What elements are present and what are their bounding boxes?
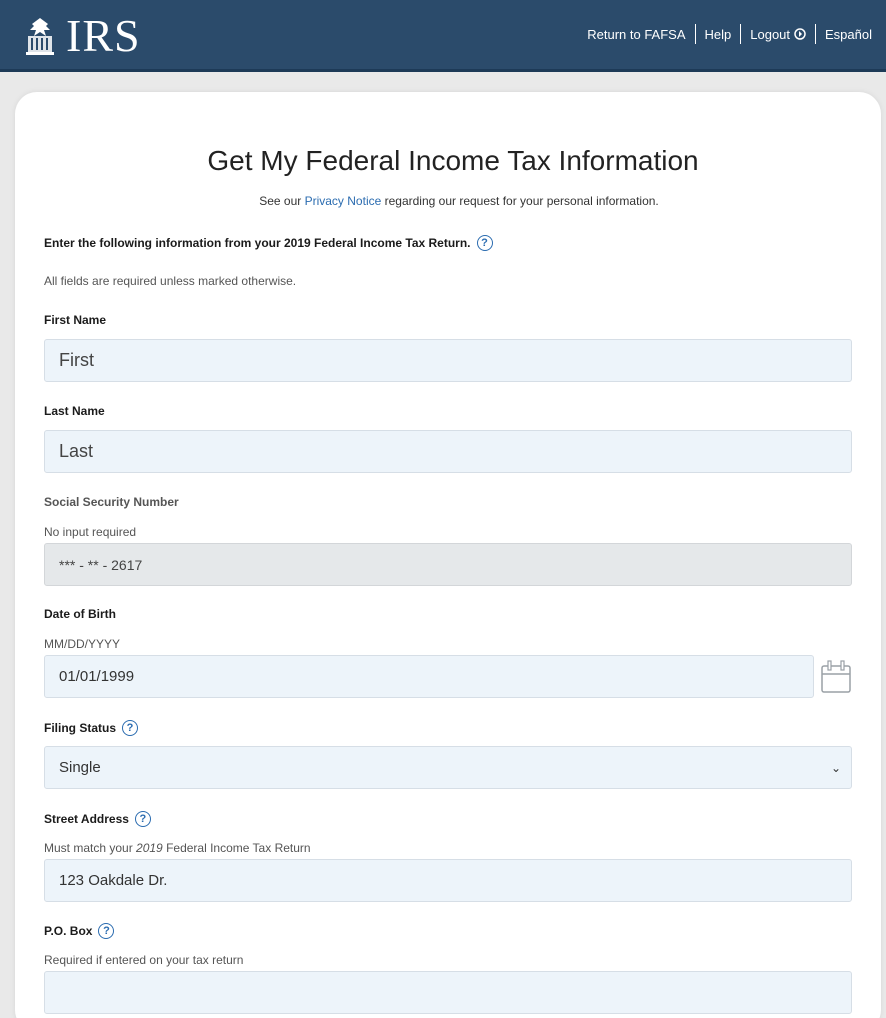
nav-divider (815, 24, 817, 44)
nav-divider (694, 24, 696, 44)
logout-icon (794, 28, 806, 40)
last-name-label: Last Name (44, 404, 105, 418)
ssn-hint: No input required (44, 525, 137, 539)
logout-label: Logout (750, 26, 791, 42)
privacy-notice-text: See our Privacy Notice regarding our req… (0, 194, 886, 208)
po-box-hint: Required if entered on your tax return (44, 953, 244, 967)
po-box-field[interactable] (44, 971, 852, 1014)
irs-logo[interactable]: IRS (20, 10, 141, 62)
calendar-icon[interactable] (820, 656, 852, 696)
privacy-notice-link[interactable]: Privacy Notice (305, 194, 382, 208)
help-icon[interactable]: ? (476, 235, 493, 251)
help-icon[interactable]: ? (98, 923, 115, 939)
street-hint: Must match your 2019 Federal Income Tax … (44, 841, 311, 855)
logo-text: IRS (66, 10, 141, 61)
filing-status-label: Filing Status (44, 721, 116, 735)
dob-field[interactable]: 01/01/1999 (44, 655, 814, 698)
help-icon[interactable]: ? (122, 720, 138, 736)
dob-label: Date of Birth (44, 607, 116, 621)
required-note: All fields are required unless marked ot… (44, 274, 297, 288)
last-name-field[interactable]: Last (44, 430, 852, 473)
instruction-label: Enter the following information from you… (44, 236, 471, 250)
privacy-pre: See our (259, 194, 305, 208)
instruction-text: Enter the following information from you… (44, 235, 493, 251)
street-address-field[interactable]: 123 Oakdale Dr. (44, 859, 852, 902)
page-title: Get My Federal Income Tax Information (207, 145, 699, 176)
help-link[interactable]: Help (705, 27, 732, 42)
first-name-field[interactable]: First (44, 339, 852, 382)
filing-status-value: Single (59, 759, 101, 776)
street-hint-year: 2019 (136, 841, 163, 855)
ssn-field: *** - ** - 2617 (44, 543, 852, 586)
eagle-emblem-icon (26, 18, 54, 55)
espanol-link[interactable]: Español (825, 27, 872, 42)
po-box-label: P.O. Box (44, 924, 93, 938)
return-to-fafsa-link[interactable]: Return to FAFSA (587, 27, 685, 42)
street-hint-post: Federal Income Tax Return (162, 841, 311, 855)
filing-status-select[interactable]: Single ⌄ (44, 746, 852, 789)
privacy-post: regarding our request for your personal … (381, 194, 659, 208)
nav-divider (740, 24, 742, 44)
street-label-row: Street Address ? (44, 811, 151, 827)
top-nav: Return to FAFSA Help Logout Español (587, 24, 872, 44)
chevron-down-icon: ⌄ (830, 760, 841, 775)
help-icon[interactable]: ? (134, 811, 151, 827)
logout-link[interactable]: Logout (750, 27, 806, 42)
ssn-label: Social Security Number (44, 495, 179, 509)
dob-hint: MM/DD/YYYY (44, 637, 121, 651)
site-header: IRS Return to FAFSA Help Logout Español (0, 0, 886, 72)
street-address-label: Street Address (44, 812, 129, 826)
street-hint-pre: Must match your (44, 841, 137, 855)
filing-status-label-row: Filing Status ? (44, 720, 138, 736)
po-box-label-row: P.O. Box ? (44, 923, 115, 939)
first-name-label: First Name (44, 313, 107, 327)
